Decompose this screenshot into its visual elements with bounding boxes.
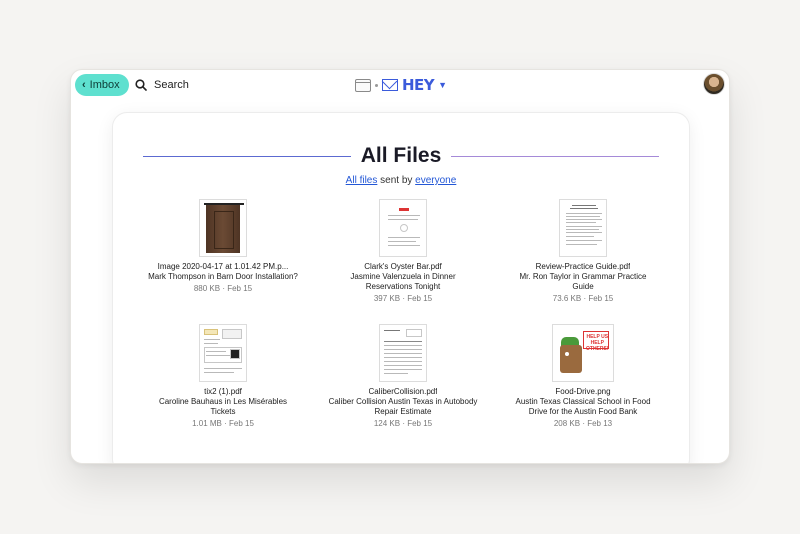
file-item[interactable]: tix2 (1).pdf Caroline Bauhaus in Les Mis… — [133, 324, 313, 429]
file-description: Austin Texas Classical School in Food Dr… — [515, 397, 651, 416]
file-name: CaliberCollision.pdf — [368, 387, 438, 396]
file-description: Jasmine Valenzuela in Dinner Reservation… — [350, 272, 456, 291]
envelope-icon — [382, 79, 398, 91]
hey-menu-button[interactable]: HEY ▼ — [355, 75, 447, 95]
file-grid: Image 2020-04-17 at 1.01.42 PM.p... Mark… — [133, 199, 673, 429]
title-row: All Files — [143, 143, 659, 169]
files-panel: All Files All files sent by everyone Ima… — [113, 113, 689, 463]
title-rule-left — [143, 155, 351, 157]
file-description: Caliber Collision Austin Texas in Autobo… — [328, 397, 478, 416]
file-thumbnail-document — [379, 199, 427, 257]
file-thumbnail-document — [559, 199, 607, 257]
filter-connector-text: sent by — [377, 175, 416, 186]
file-item[interactable]: HELP US HELP OTHERS! Food-Drive.png Aust… — [493, 324, 673, 429]
app-window: ‹ Imbox Search HEY ▼ All Files All files… — [70, 69, 730, 464]
file-description: Mark Thompson in Barn Door Installation? — [148, 272, 298, 281]
file-name: Image 2020-04-17 at 1.01.42 PM.p... — [157, 262, 289, 271]
search-icon — [135, 79, 147, 91]
title-rule-right — [451, 155, 659, 157]
file-description: Caroline Bauhaus in Les Misérables Ticke… — [158, 397, 288, 416]
file-thumbnail-estimate — [379, 324, 427, 382]
search-label: Search — [154, 79, 189, 91]
file-thumbnail-food-drive: HELP US HELP OTHERS! — [552, 324, 614, 382]
file-name: Clark's Oyster Bar.pdf — [364, 262, 442, 271]
files-filter-line: All files sent by everyone — [113, 175, 689, 186]
file-name: Review-Practice Guide.pdf — [535, 262, 631, 271]
search-button[interactable]: Search — [135, 76, 189, 94]
back-label: Imbox — [89, 79, 120, 91]
hey-logo: HEY — [402, 76, 435, 94]
file-meta: 880 KB · Feb 15 — [193, 284, 253, 293]
all-files-filter-link[interactable]: All files — [346, 175, 378, 186]
page-title: All Files — [360, 144, 442, 167]
file-item[interactable]: Review-Practice Guide.pdf Mr. Ron Taylor… — [493, 199, 673, 304]
chevron-left-icon: ‹ — [82, 79, 86, 91]
file-name: tix2 (1).pdf — [204, 387, 242, 396]
file-meta: 73.6 KB · Feb 15 — [552, 294, 614, 303]
back-to-imbox-button[interactable]: ‹ Imbox — [75, 74, 129, 96]
file-meta: 208 KB · Feb 13 — [553, 419, 613, 428]
file-item[interactable]: CaliberCollision.pdf Caliber Collision A… — [313, 324, 493, 429]
avatar[interactable] — [703, 73, 725, 95]
file-thumbnail-ticket — [199, 324, 247, 382]
everyone-filter-link[interactable]: everyone — [415, 175, 456, 186]
file-name: Food-Drive.png — [555, 387, 611, 396]
file-meta: 1.01 MB · Feb 15 — [192, 419, 254, 428]
file-thumbnail-door-image — [199, 199, 247, 257]
separator-dot — [375, 83, 378, 87]
file-description: Mr. Ron Taylor in Grammar Practice Guide — [519, 272, 647, 291]
food-drive-sign-text: HELP US HELP OTHERS! — [586, 334, 609, 352]
file-meta: 397 KB · Feb 15 — [373, 294, 433, 303]
chevron-down-icon: ▼ — [438, 80, 448, 90]
calendar-icon — [355, 78, 371, 92]
file-meta: 124 KB · Feb 15 — [373, 419, 433, 428]
top-bar: ‹ Imbox Search HEY ▼ — [71, 70, 729, 100]
file-item[interactable]: Image 2020-04-17 at 1.01.42 PM.p... Mark… — [133, 199, 313, 304]
file-item[interactable]: Clark's Oyster Bar.pdf Jasmine Valenzuel… — [313, 199, 493, 304]
